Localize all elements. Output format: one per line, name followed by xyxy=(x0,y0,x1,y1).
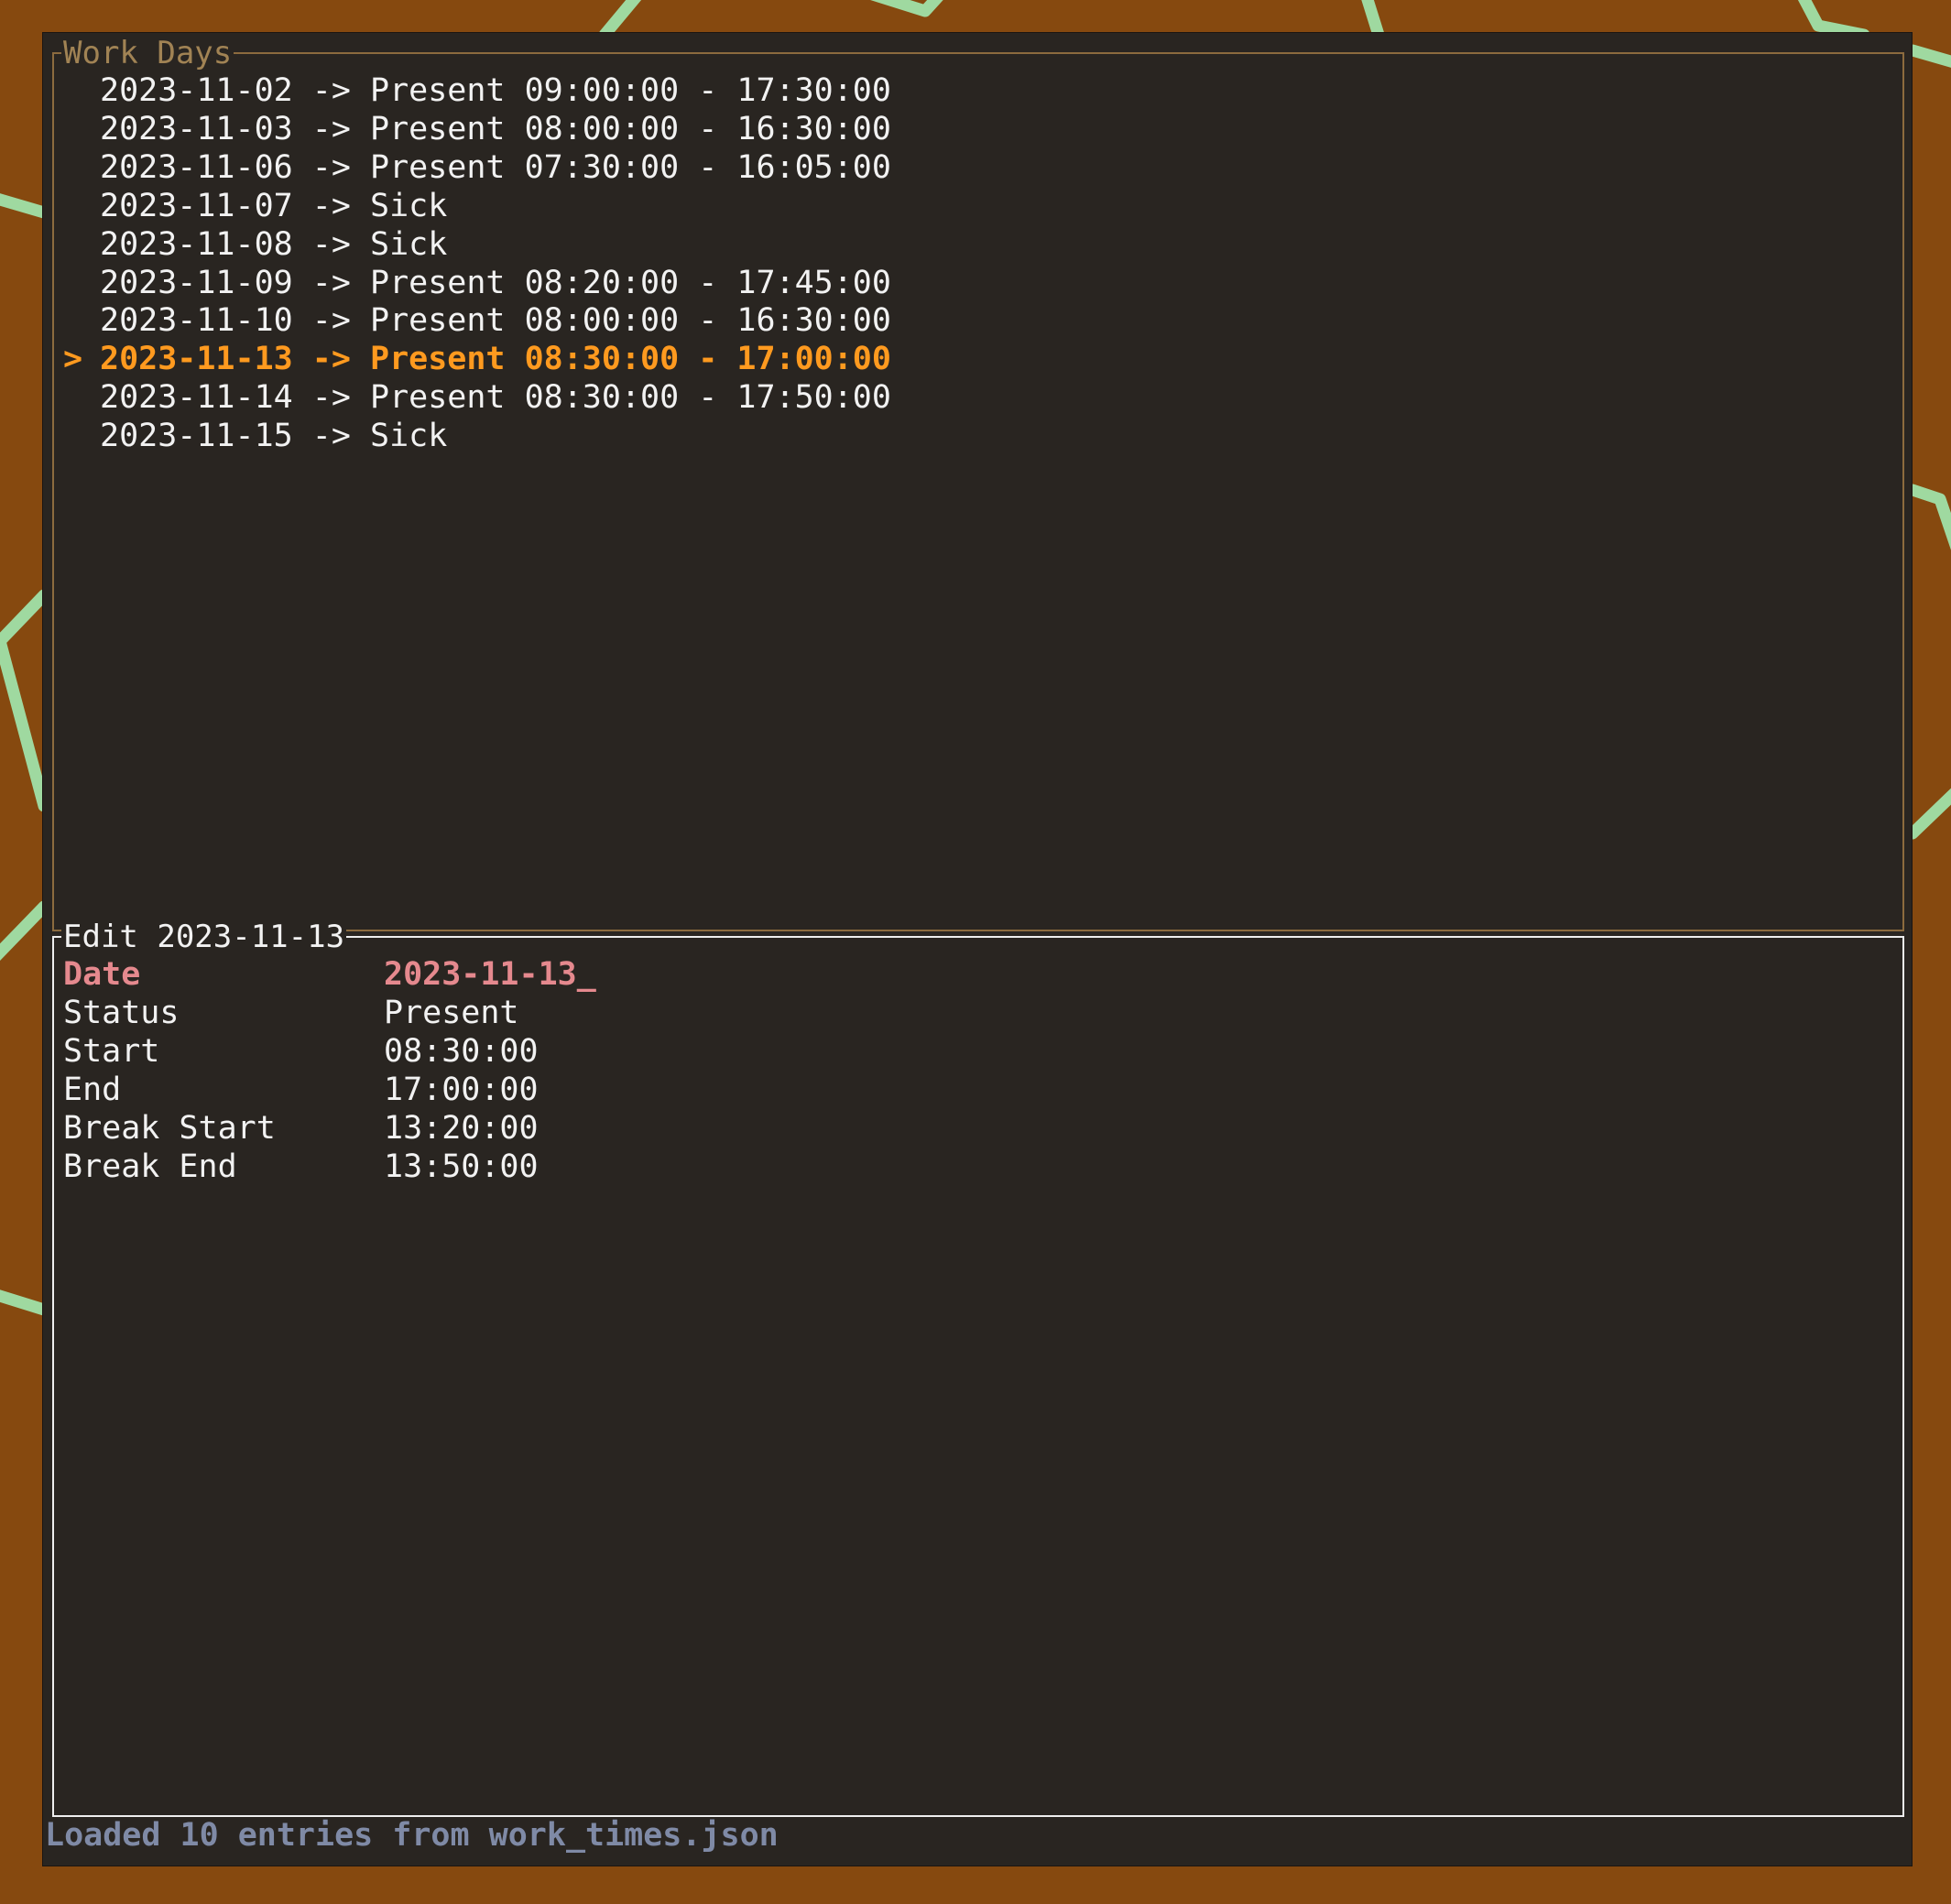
field-label: End xyxy=(63,1072,122,1108)
work-day-text: 2023-11-08 -> Sick xyxy=(100,225,448,263)
work-day-text: 2023-11-02 -> Present 09:00:00 - 17:30:0… xyxy=(100,72,891,109)
selection-marker: > xyxy=(63,341,83,378)
work-day-row[interactable]: 2023-11-10 -> Present 08:00:00 - 16:30:0… xyxy=(63,301,891,340)
field-label: Status xyxy=(63,995,180,1031)
status-bar: Loaded 10 entries from work_times.json xyxy=(45,1817,779,1854)
field-end[interactable]: End 17:00:00 xyxy=(54,1071,1153,1109)
work-day-text: 2023-11-14 -> Present 08:30:00 - 17:50:0… xyxy=(100,379,891,417)
work-day-row[interactable]: 2023-11-15 -> Sick xyxy=(63,417,447,455)
field-break-end[interactable]: Break End 13:50:00 xyxy=(54,1148,1153,1186)
work-day-row[interactable]: 2023-11-02 -> Present 09:00:00 - 17:30:0… xyxy=(63,71,891,110)
field-value[interactable]: 17:00:00 xyxy=(384,1071,539,1109)
wallpaper-line xyxy=(1797,0,1870,41)
work-day-row[interactable]: >2023-11-13 -> Present 08:30:00 - 17:00:… xyxy=(63,340,891,378)
field-label: Break Start xyxy=(63,1110,276,1147)
field-start[interactable]: Start 08:30:00 xyxy=(54,1032,1153,1071)
terminal-window: Work Days 2023-11-02 -> Present 09:00:00… xyxy=(42,32,1913,1866)
field-break-start[interactable]: Break Start 13:20:00 xyxy=(54,1109,1153,1148)
edit-panel: Edit 2023-11-13 Date 2023-11-13_ Status Pre… xyxy=(52,918,1904,1817)
wallpaper-line xyxy=(1906,484,1951,550)
field-value[interactable]: 13:50:00 xyxy=(384,1148,539,1186)
work-day-row[interactable]: 2023-11-14 -> Present 08:30:00 - 17:50:0… xyxy=(63,378,891,417)
edit-panel-title: Edit 2023-11-13 xyxy=(61,918,347,956)
wallpaper-line xyxy=(0,900,50,962)
work-day-row[interactable]: 2023-11-07 -> Sick xyxy=(63,187,447,225)
wallpaper-line xyxy=(0,193,50,219)
field-label: Start xyxy=(63,1033,160,1070)
field-date[interactable]: Date 2023-11-13_ xyxy=(54,955,1153,994)
field-status[interactable]: Status Present xyxy=(54,994,1153,1032)
work-day-text: 2023-11-10 -> Present 08:00:00 - 16:30:0… xyxy=(100,302,891,340)
field-value[interactable]: 08:30:00 xyxy=(384,1032,539,1071)
field-label: Break End xyxy=(63,1148,237,1185)
field-label: Date xyxy=(63,956,141,993)
work-days-title: Work Days xyxy=(61,34,234,72)
wallpaper-line xyxy=(1361,0,1385,41)
wallpaper-line xyxy=(1906,44,1951,68)
work-day-text: 2023-11-07 -> Sick xyxy=(100,187,448,224)
field-value[interactable]: 2023-11-13_ xyxy=(384,955,596,994)
work-day-text: 2023-11-15 -> Sick xyxy=(100,418,448,455)
wallpaper-line xyxy=(0,1289,50,1316)
work-day-text: 2023-11-03 -> Present 08:00:00 - 16:30:0… xyxy=(100,110,891,147)
wallpaper-line xyxy=(0,589,50,812)
work-day-text: 2023-11-06 -> Present 07:30:00 - 16:05:0… xyxy=(100,148,891,186)
field-value[interactable]: 13:20:00 xyxy=(384,1109,539,1148)
wallpaper-line xyxy=(870,0,943,17)
work-day-row[interactable]: 2023-11-06 -> Present 07:30:00 - 16:05:0… xyxy=(63,148,891,187)
work-days-panel: Work Days 2023-11-02 -> Present 09:00:00… xyxy=(52,34,1904,931)
wallpaper-line xyxy=(1906,788,1951,840)
work-day-row[interactable]: 2023-11-03 -> Present 08:00:00 - 16:30:0… xyxy=(63,110,891,148)
work-day-text: 2023-11-13 -> Present 08:30:00 - 17:00:0… xyxy=(100,341,891,378)
work-day-row[interactable]: 2023-11-09 -> Present 08:20:00 - 17:45:0… xyxy=(63,264,891,302)
work-day-text: 2023-11-09 -> Present 08:20:00 - 17:45:0… xyxy=(100,264,891,301)
wallpaper-line xyxy=(598,0,642,41)
work-day-row[interactable]: 2023-11-08 -> Sick xyxy=(63,225,447,264)
field-value[interactable]: Present xyxy=(384,994,519,1032)
